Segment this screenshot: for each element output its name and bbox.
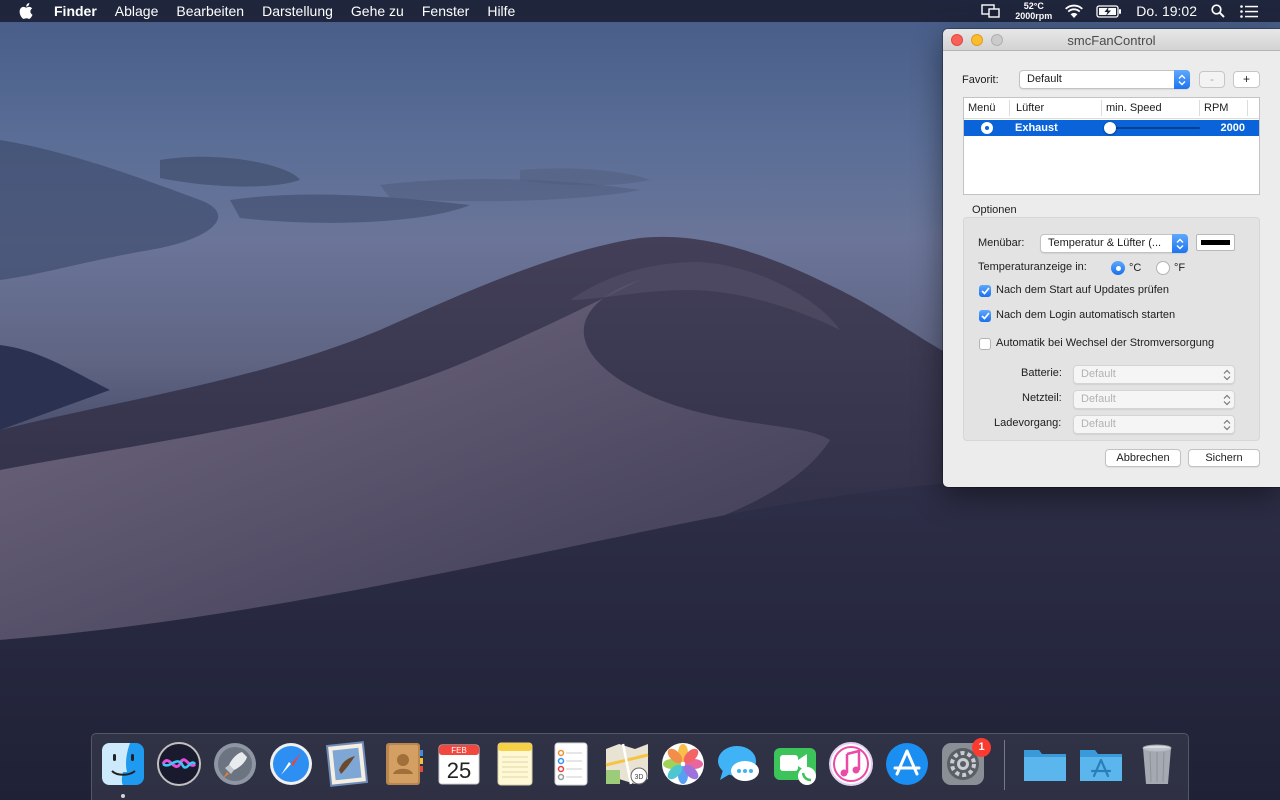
ac-value: Default xyxy=(1081,393,1116,405)
menubar-clock[interactable]: Do. 19:02 xyxy=(1136,3,1197,19)
chevron-updown-icon xyxy=(1219,415,1235,434)
fan-table: Menü Lüfter min. Speed RPM Exhaust 2000 xyxy=(963,97,1260,195)
login-label: Nach dem Login automatisch starten xyxy=(996,309,1176,321)
charging-label: Ladevorgang: xyxy=(994,417,1062,429)
temperature-unit-label: Temperaturanzeige in: xyxy=(978,261,1087,273)
fahrenheit-radio[interactable] xyxy=(1156,261,1170,275)
celsius-radio[interactable] xyxy=(1111,261,1125,275)
facetime-icon[interactable] xyxy=(771,740,819,788)
launchpad-icon[interactable] xyxy=(211,740,259,788)
calendar-icon[interactable]: FEB 25 xyxy=(435,740,483,788)
itunes-icon[interactable] xyxy=(827,740,875,788)
menu-finder[interactable]: Finder xyxy=(54,3,97,19)
menu-bar: Finder Ablage Bearbeiten Darstellung Geh… xyxy=(0,0,1280,22)
fan-temperature: 52°C xyxy=(1023,1,1044,11)
menu-radio-selected[interactable] xyxy=(981,122,993,134)
menu-bearbeiten[interactable]: Bearbeiten xyxy=(176,3,244,19)
favorite-value: Default xyxy=(1027,73,1062,85)
updates-label: Nach dem Start auf Updates prüfen xyxy=(996,284,1170,296)
battery-value: Default xyxy=(1081,368,1116,380)
chevron-updown-icon xyxy=(1219,365,1235,384)
menu-gehe-zu[interactable]: Gehe zu xyxy=(351,3,404,19)
menu-hilfe[interactable]: Hilfe xyxy=(487,3,515,19)
search-icon[interactable] xyxy=(1211,4,1225,18)
smc-fan-status[interactable]: 52°C 2000rpm xyxy=(1015,1,1052,21)
calendar-month: FEB xyxy=(451,746,467,755)
power-switch-checkbox[interactable] xyxy=(979,338,991,350)
charging-popup[interactable]: Default xyxy=(1073,415,1235,434)
charging-value: Default xyxy=(1081,418,1116,430)
smcfancontrol-window: smcFanControl Favorit: Default - + Menü … xyxy=(943,29,1280,487)
notes-icon[interactable] xyxy=(491,740,539,788)
fan-name: Exhaust xyxy=(1015,122,1058,134)
remove-favorite-button[interactable]: - xyxy=(1199,71,1225,88)
wifi-icon[interactable] xyxy=(1064,4,1084,19)
celsius-label: °C xyxy=(1129,262,1142,274)
battery-popup[interactable]: Default xyxy=(1073,365,1235,384)
trash-icon[interactable] xyxy=(1133,740,1181,788)
column-menu[interactable]: Menü xyxy=(968,102,996,114)
calendar-day: 25 xyxy=(447,758,471,783)
window-titlebar[interactable]: smcFanControl xyxy=(943,29,1280,51)
battery-label: Batterie: xyxy=(1021,367,1062,379)
chevron-updown-icon xyxy=(1219,390,1235,409)
checkmark-icon xyxy=(980,287,990,295)
menubar-color-well[interactable] xyxy=(1196,234,1235,251)
fan-table-header: Menü Lüfter min. Speed RPM xyxy=(964,98,1259,119)
column-fan[interactable]: Lüfter xyxy=(1016,102,1044,114)
app-store-icon[interactable] xyxy=(883,740,931,788)
contacts-icon[interactable] xyxy=(379,740,427,788)
column-rpm[interactable]: RPM xyxy=(1204,102,1228,114)
menubar-display-value: Temperatur & Lüfter (... xyxy=(1048,237,1162,249)
menubar-display-popup[interactable]: Temperatur & Lüfter (... xyxy=(1040,234,1188,253)
menu-darstellung[interactable]: Darstellung xyxy=(262,3,333,19)
ac-label: Netzteil: xyxy=(1022,392,1062,404)
chevron-updown-icon xyxy=(1172,234,1188,253)
siri-icon[interactable] xyxy=(155,740,203,788)
cancel-button[interactable]: Abbrechen xyxy=(1105,449,1181,467)
menu-ablage[interactable]: Ablage xyxy=(115,3,159,19)
table-row[interactable]: Exhaust 2000 xyxy=(964,120,1259,136)
messages-icon[interactable] xyxy=(715,740,763,788)
system-preferences-badge: 1 xyxy=(972,738,991,757)
fan-rpm: 2000rpm xyxy=(1015,11,1053,21)
photos-icon[interactable] xyxy=(659,740,707,788)
list-icon[interactable] xyxy=(1240,4,1258,18)
safari-icon[interactable] xyxy=(267,740,315,788)
menu-fenster[interactable]: Fenster xyxy=(422,3,469,19)
ac-popup[interactable]: Default xyxy=(1073,390,1235,409)
menubar-label: Menübar: xyxy=(978,237,1025,249)
options-title: Optionen xyxy=(972,204,1017,216)
favorite-popup[interactable]: Default xyxy=(1019,70,1190,89)
reminders-icon[interactable] xyxy=(547,740,595,788)
min-speed-slider-knob[interactable] xyxy=(1104,122,1116,134)
running-indicator xyxy=(121,794,125,798)
fan-rpm-value: 2000 xyxy=(1220,122,1245,134)
folder-icon[interactable] xyxy=(1021,740,1069,788)
dock-separator xyxy=(1004,740,1005,790)
battery-charging-icon[interactable] xyxy=(1096,4,1122,18)
login-checkbox[interactable] xyxy=(979,310,991,322)
maps-icon[interactable]: 3D xyxy=(603,740,651,788)
checkmark-icon xyxy=(980,312,990,320)
mail-icon[interactable] xyxy=(323,740,371,788)
applications-folder-icon[interactable] xyxy=(1077,740,1125,788)
display-icon[interactable] xyxy=(981,3,1001,19)
updates-checkbox[interactable] xyxy=(979,285,991,297)
apple-menu-icon[interactable] xyxy=(19,3,37,19)
fahrenheit-label: °F xyxy=(1174,262,1186,274)
chevron-updown-icon xyxy=(1174,70,1190,89)
finder-icon[interactable] xyxy=(99,740,147,788)
min-speed-slider[interactable] xyxy=(1110,127,1200,129)
window-title: smcFanControl xyxy=(1067,33,1156,48)
add-favorite-button[interactable]: + xyxy=(1233,71,1260,88)
save-button[interactable]: Sichern xyxy=(1188,449,1260,467)
column-min-speed[interactable]: min. Speed xyxy=(1106,102,1162,114)
favorite-label: Favorit: xyxy=(962,74,999,86)
maps-3d-badge: 3D xyxy=(635,774,644,781)
power-switch-label: Automatik bei Wechsel der Stromversorgun… xyxy=(996,337,1215,349)
color-swatch xyxy=(1201,240,1230,245)
